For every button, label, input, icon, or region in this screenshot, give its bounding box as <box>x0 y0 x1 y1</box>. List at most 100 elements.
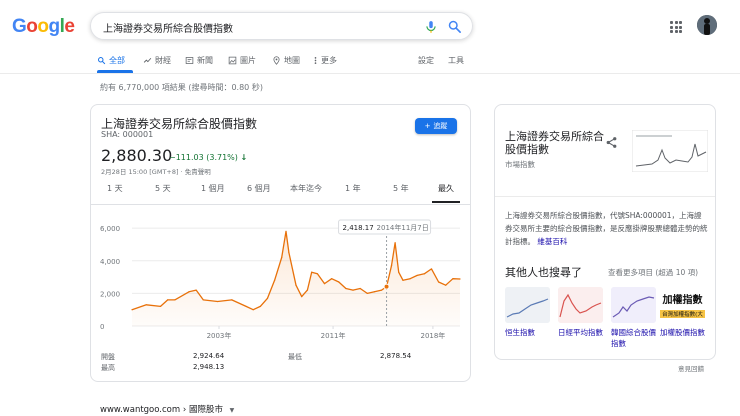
data-point <box>438 281 440 283</box>
data-point <box>352 289 354 291</box>
news-icon <box>185 57 194 64</box>
range-1y[interactable]: 1 年 <box>345 183 361 194</box>
settings-link[interactable]: 設定 <box>418 55 434 66</box>
data-point <box>452 278 454 280</box>
search-query[interactable]: 上海證券交易所綜合股價指數 <box>103 20 233 35</box>
data-point <box>266 297 269 299</box>
y-tick-label: 6,000 <box>100 225 120 233</box>
tab-label: 財經 <box>155 56 171 65</box>
data-point <box>323 283 326 285</box>
tab-more[interactable]: 更多 <box>313 55 337 66</box>
kp-chart-thumbnail[interactable] <box>632 130 708 172</box>
price-change: −111.03 (3.71%) ↓ <box>169 153 247 162</box>
data-point <box>409 278 411 280</box>
wikipedia-link[interactable]: 維基百科 <box>537 237 567 246</box>
microphone-icon[interactable] <box>424 20 438 34</box>
kp-title: 上海證券交易所綜合股價指數 <box>505 130 604 156</box>
search-icon[interactable] <box>447 19 462 34</box>
search-box[interactable]: 上海證券交易所綜合股價指數 <box>90 12 473 40</box>
tab-news[interactable]: 新聞 <box>185 55 213 66</box>
y-tick-label: 2,000 <box>100 290 120 298</box>
tab-finance[interactable]: 財經 <box>143 55 171 66</box>
related-thumb-nikkei[interactable] <box>558 287 603 323</box>
see-more-link[interactable]: 查看更多項目 (超過 10 項) <box>608 267 698 278</box>
stat-value-low: 2,878.54 <box>380 352 412 360</box>
price-change-value: −111.03 (3.71%) <box>169 153 238 162</box>
range-5d[interactable]: 5 天 <box>155 183 171 194</box>
data-point <box>281 256 283 259</box>
data-point <box>231 299 233 301</box>
also-searched-heading: 其他人也搜尋了 <box>505 266 582 279</box>
settings-label: 設定 <box>418 56 434 65</box>
data-point <box>285 230 287 233</box>
data-point <box>216 300 219 303</box>
data-point <box>245 305 247 308</box>
source-breadcrumb[interactable]: www.wantgoo.com › 國際股市 ▼ <box>100 403 234 415</box>
tab-images[interactable]: 圖片 <box>228 55 256 66</box>
logo-letter: g <box>48 16 61 37</box>
range-6m[interactable]: 6 個月 <box>247 183 271 194</box>
tools-link[interactable]: 工具 <box>448 55 464 66</box>
search-icon <box>98 57 106 65</box>
google-logo[interactable]: Google <box>12 16 75 38</box>
data-point <box>167 299 169 301</box>
stat-label-low: 最低 <box>288 353 302 361</box>
index-symbol: SHA: 000001 <box>101 130 154 139</box>
price-chart[interactable]: 0 2,000 4,000 6,000 2003年 2011年 2018年 2,418.17 2… <box>90 210 471 345</box>
tab-all[interactable]: 全部 <box>97 55 125 66</box>
follow-button[interactable]: + 追蹤 <box>415 118 457 134</box>
feedback-link[interactable]: 意見回饋 <box>678 363 704 373</box>
chart-thumbnail-image <box>558 287 603 323</box>
data-point <box>145 304 147 306</box>
source-url[interactable]: www.wantgoo.com › 國際股市 <box>100 405 223 415</box>
logo-letter: o <box>26 16 38 37</box>
taiex-logo-caption: 台灣加權指數(大 <box>660 310 705 318</box>
tooltip-date: 2014年11月7日 <box>377 223 429 232</box>
tab-label: 更多 <box>321 56 337 65</box>
chevron-down-icon[interactable]: ▼ <box>230 407 235 414</box>
data-point <box>159 305 162 308</box>
range-selector: 1 天 5 天 1 個月 6 個月 本年迄今 1 年 5 年 最久 <box>96 183 466 195</box>
stat-value-open: 2,924.64 <box>193 352 225 360</box>
chart-thumbnail-image <box>611 287 656 323</box>
data-point <box>423 273 425 275</box>
related-label-nikkei[interactable]: 日經平均指數 <box>558 327 606 338</box>
data-point <box>416 274 418 277</box>
data-point <box>373 291 376 293</box>
logo-letter: G <box>12 16 27 37</box>
search-tabs: 全部 財經 新聞 圖片 地圖 更多 設定 工具 <box>97 55 477 73</box>
related-label-kospi[interactable]: 韓國綜合股價指數 <box>611 327 659 349</box>
chart-tooltip: 2,418.17 2014年11月7日 <box>338 219 432 235</box>
related-thumb-kospi[interactable] <box>611 287 656 323</box>
range-5y[interactable]: 5 年 <box>393 183 409 194</box>
related-label-taiex[interactable]: 加權股價指數 <box>660 327 708 338</box>
range-1m[interactable]: 1 個月 <box>201 183 225 194</box>
y-tick-label: 4,000 <box>100 258 120 266</box>
data-point <box>174 299 176 301</box>
apps-grid-icon[interactable] <box>670 21 682 33</box>
stat-label-open: 開盤 <box>101 353 115 361</box>
data-point <box>295 284 297 286</box>
range-max[interactable]: 最久 <box>438 183 454 194</box>
hover-point <box>383 283 390 290</box>
related-label-hang-seng[interactable]: 恒生指數 <box>505 327 553 338</box>
range-1d[interactable]: 1 天 <box>107 183 123 194</box>
finance-icon <box>143 57 152 63</box>
data-point <box>402 279 404 281</box>
data-point <box>430 268 433 270</box>
tab-label: 地圖 <box>284 56 300 65</box>
avatar[interactable] <box>697 15 717 35</box>
related-thumb-hang-seng[interactable] <box>505 287 550 323</box>
related-thumb-taiex[interactable]: 加權指數 台灣加權指數(大 <box>660 287 705 323</box>
data-point <box>306 289 309 291</box>
data-point <box>331 278 333 280</box>
logo-letter: e <box>64 16 75 37</box>
range-ytd[interactable]: 本年迄今 <box>290 183 322 194</box>
tab-maps[interactable]: 地圖 <box>272 55 300 66</box>
share-icon[interactable] <box>605 136 618 149</box>
tab-label: 圖片 <box>240 56 256 65</box>
tooltip-value: 2,418.17 <box>343 224 374 232</box>
data-point <box>288 252 290 254</box>
kp-description-text: 上海證券交易所綜合股價指數，代號SHA:000001，上海證券交易所主要的綜合股… <box>505 211 708 246</box>
taiex-logo-text: 加權指數 <box>662 295 703 306</box>
